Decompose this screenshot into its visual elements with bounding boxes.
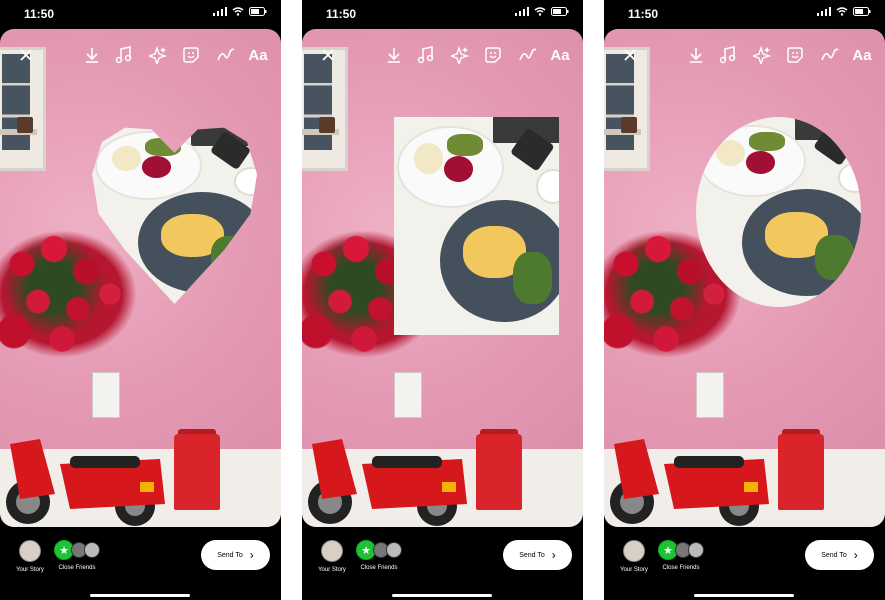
food-photo-sticker[interactable] [696,117,861,307]
sticker-icon[interactable] [181,44,201,66]
text-tool[interactable]: Aa [548,44,572,66]
your-story-button[interactable]: Your Story [12,540,48,573]
plant-pot [17,117,33,133]
battery-icon [249,7,267,16]
signal-icon [213,7,227,16]
music-icon[interactable] [416,44,436,66]
red-scooter [308,439,467,526]
story-editor-heart: 11:50 Aa Your Story ★ Close Friends Send… [0,0,281,600]
wall-meter-box [394,372,422,418]
story-editor-circle: 11:50 Aa Your Story ★ Close Friends Send… [604,0,885,600]
share-bar: Your Story ★ Close Friends Send To › [302,530,583,600]
draw-icon[interactable] [215,44,237,66]
status-time: 11:50 [24,7,55,21]
editor-toolbar: Aa [302,44,583,66]
status-icons [817,7,871,16]
close-friends-button[interactable]: ★ Close Friends [656,540,706,571]
close-icon[interactable] [620,44,640,66]
friend-avatar [386,542,402,558]
friend-avatar [688,542,704,558]
send-to-button[interactable]: Send To › [805,540,874,570]
story-canvas[interactable] [604,29,885,527]
battery-icon [853,7,871,16]
status-icons [213,7,267,16]
red-bin [174,434,220,510]
draw-icon[interactable] [517,44,539,66]
red-scooter [6,439,165,526]
plant-pot [319,117,335,133]
plant-pot [621,117,637,133]
effects-icon[interactable] [450,44,470,66]
avatar [19,540,41,562]
wifi-icon [836,7,848,16]
your-story-button[interactable]: Your Story [616,540,652,573]
status-icons [515,7,569,16]
status-bar: 11:50 [604,0,885,28]
signal-icon [817,7,831,16]
status-time: 11:50 [326,7,357,21]
status-bar: 11:50 [0,0,281,28]
download-icon[interactable] [686,44,706,66]
signal-icon [515,7,529,16]
wall-meter-box [92,372,120,418]
red-bin [476,434,522,510]
your-story-label: Your Story [318,567,346,573]
close-friends-label: Close Friends [360,565,398,571]
close-friends-label: Close Friends [662,565,700,571]
your-story-label: Your Story [16,567,44,573]
download-icon[interactable] [82,44,102,66]
story-editor-rectangle: 11:50 Aa Your Story ★ Close Friends Send… [302,0,583,600]
food-photo-sticker[interactable] [394,117,559,335]
battery-icon [551,7,569,16]
download-icon[interactable] [384,44,404,66]
your-story-label: Your Story [620,567,648,573]
sticker-icon[interactable] [785,44,805,66]
send-to-label: Send To [217,551,243,559]
status-time: 11:50 [628,7,659,21]
avatar [623,540,645,562]
text-tool[interactable]: Aa [246,44,270,66]
red-scooter [610,439,769,526]
chevron-right-icon: › [853,548,858,562]
wifi-icon [534,7,546,16]
editor-toolbar: Aa [0,44,281,66]
chevron-right-icon: › [249,548,254,562]
your-story-button[interactable]: Your Story [314,540,350,573]
close-icon[interactable] [318,44,338,66]
text-tool[interactable]: Aa [850,44,874,66]
effects-icon[interactable] [148,44,168,66]
red-bin [778,434,824,510]
share-bar: Your Story ★ Close Friends Send To › [0,530,281,600]
send-to-label: Send To [519,551,545,559]
close-friends-button[interactable]: ★ Close Friends [354,540,404,571]
sticker-icon[interactable] [483,44,503,66]
send-to-button[interactable]: Send To › [201,540,270,570]
music-icon[interactable] [718,44,738,66]
music-icon[interactable] [114,44,134,66]
avatar [321,540,343,562]
story-canvas[interactable] [0,29,281,527]
close-friends-label: Close Friends [58,565,96,571]
send-to-label: Send To [821,551,847,559]
friend-avatar [84,542,100,558]
wall-meter-box [696,372,724,418]
story-canvas[interactable] [302,29,583,527]
share-bar: Your Story ★ Close Friends Send To › [604,530,885,600]
home-indicator [392,594,492,597]
close-icon[interactable] [16,44,36,66]
editor-toolbar: Aa [604,44,885,66]
send-to-button[interactable]: Send To › [503,540,572,570]
close-friends-button[interactable]: ★ Close Friends [52,540,102,571]
home-indicator [694,594,794,597]
draw-icon[interactable] [819,44,841,66]
status-bar: 11:50 [302,0,583,28]
wifi-icon [232,7,244,16]
effects-icon[interactable] [752,44,772,66]
home-indicator [90,594,190,597]
chevron-right-icon: › [551,548,556,562]
